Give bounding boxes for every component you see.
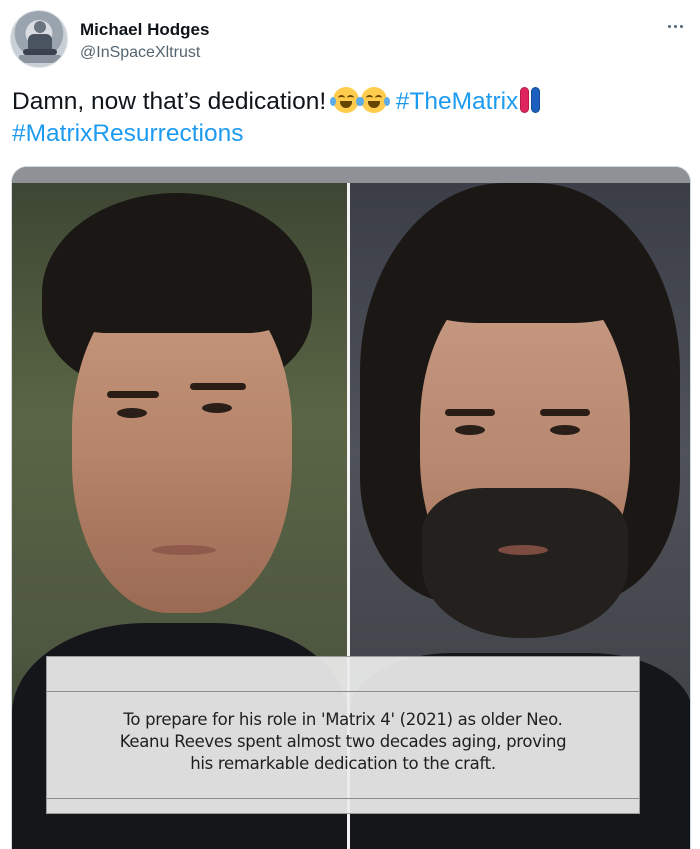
hashtag-thematrix[interactable]: #TheMatrix: [396, 88, 519, 115]
tears-of-joy-emoji-icon: [329, 87, 362, 113]
caption-line-2: Keanu Reeves spent almost two decades ag…: [119, 732, 567, 751]
author-name[interactable]: Michael Hodges: [80, 20, 209, 40]
tears-of-joy-emoji-icon: [357, 87, 390, 113]
image-top-border: [12, 167, 690, 183]
red-pill-emoji-icon: [520, 87, 530, 113]
tweet-image[interactable]: To prepare for his role in 'Matrix 4' (2…: [11, 166, 691, 849]
caption-line-3: his remarkable dedication to the craft.: [190, 754, 496, 773]
more-options-icon[interactable]: [660, 16, 690, 36]
tweet-header: Michael Hodges @InSpaceXltrust: [10, 8, 690, 68]
tweet-text: Damn, now that’s dedication! #TheMatrix …: [12, 86, 688, 150]
user-avatar-icon[interactable]: [10, 10, 68, 68]
meme-caption-box: To prepare for his role in 'Matrix 4' (2…: [46, 656, 640, 814]
blue-pill-emoji-icon: [531, 87, 541, 113]
meme-caption-text: To prepare for his role in 'Matrix 4' (2…: [47, 709, 639, 775]
caption-line-1: To prepare for his role in 'Matrix 4' (2…: [123, 710, 563, 729]
hashtag-matrixresurrections[interactable]: #MatrixResurrections: [12, 120, 243, 147]
author-handle[interactable]: @InSpaceXltrust: [80, 44, 200, 62]
tweet-text-main: Damn, now that’s dedication!: [12, 88, 333, 115]
